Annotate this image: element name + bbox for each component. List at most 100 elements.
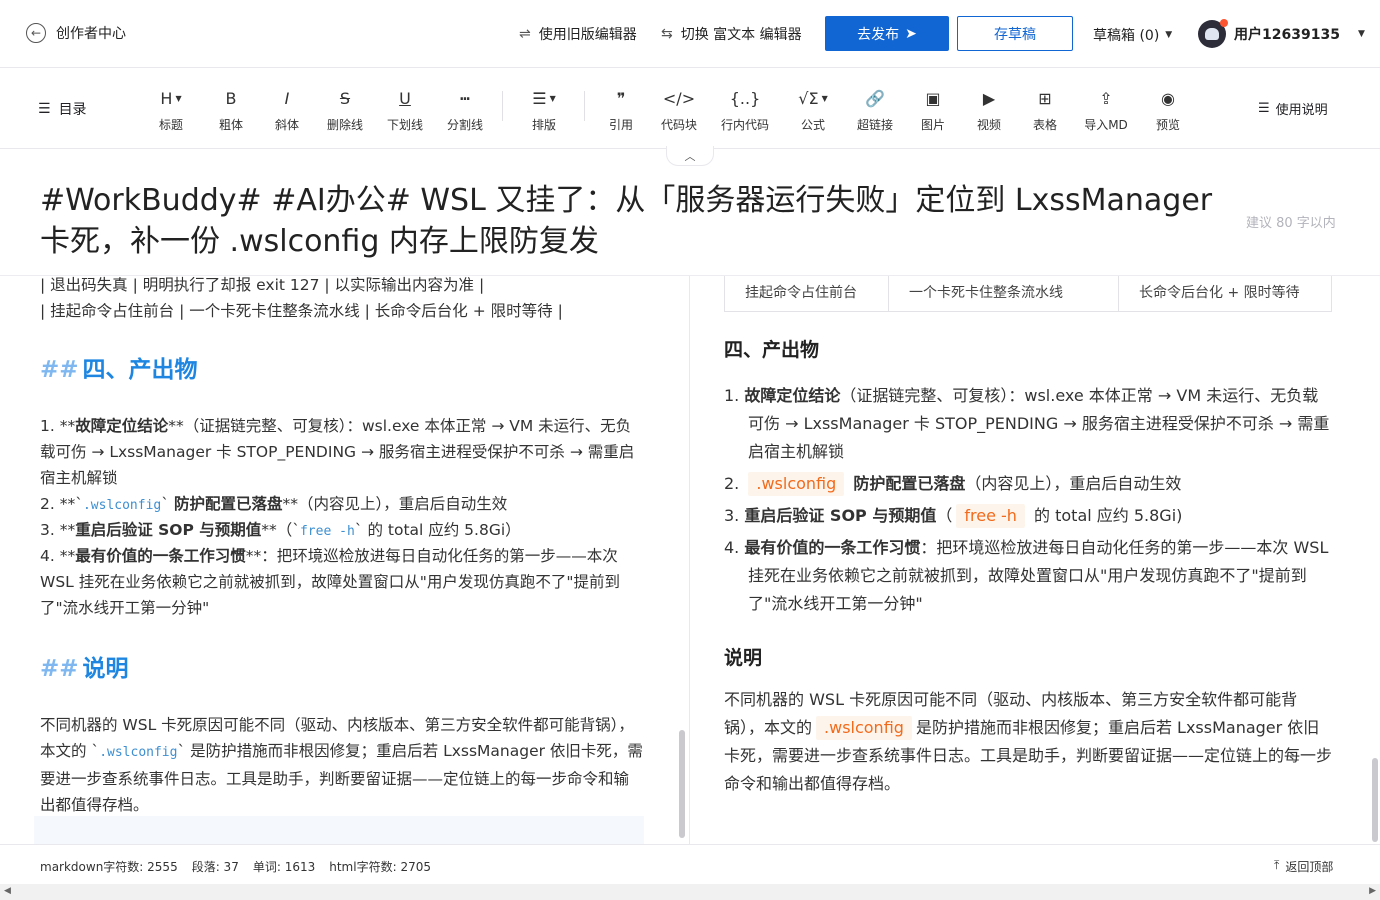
publish-button[interactable]: 去发布 ➤ (825, 16, 949, 51)
username: 用户12639135 (1234, 27, 1340, 43)
list-number: 1. (724, 386, 740, 405)
scroll-left-icon[interactable]: ◀ (4, 886, 11, 896)
md-marker: 2. **` (40, 495, 83, 513)
swap-icon: ⇌ (519, 26, 531, 42)
list-bold: 重启后验证 SOP 与预期值 (744, 506, 937, 525)
back-to-creator-center[interactable]: ← 创作者中心 (26, 23, 126, 43)
md-paragraph: 不同机器的 WSL 卡死原因可能不同（驱动、内核版本、第三方安全软件都可能背锅）… (40, 712, 644, 818)
collapse-toolbar-button[interactable]: ︿ (666, 146, 714, 166)
md-bold: 最有价值的一条工作习惯 (75, 547, 246, 565)
tool-label: 表格 (1032, 118, 1057, 132)
send-icon: ➤ (905, 25, 917, 42)
tool-bold[interactable]: B 粗体 (203, 87, 259, 133)
md-heading-text: 说明 (82, 656, 129, 682)
video-icon-glyph: ▶ (982, 88, 996, 108)
divider-icon: ┅ (460, 87, 470, 109)
md-heading-text: 四、产出物 (82, 357, 198, 383)
old-editor-label: 使用旧版编辑器 (538, 27, 637, 43)
tool-layout[interactable]: ☰ ▼ 排版 (516, 87, 572, 133)
md-bold: 重启后验证 SOP 与预期值 (75, 521, 262, 539)
chevron-up-icon: ︿ (684, 149, 696, 163)
md-marker: 1. ** (40, 417, 76, 435)
heading-icon-glyph: H (160, 88, 173, 108)
layout-icon-glyph: ☰ (532, 88, 547, 108)
tool-divider[interactable]: ┅ 分割线 (437, 87, 493, 133)
table-cell: 一个卡死卡住整条流水线 (889, 276, 1119, 311)
code-block-icon-glyph: </> (662, 88, 696, 108)
scroll-right-icon[interactable]: ▶ (1369, 886, 1376, 896)
editor-toolbar: ☰ 目录 H ▼ 标题 B 粗体 I 斜体 S 删除线 U 下划线 ┅ 分割线 ☰ ▼ 排版 ❞ 引用 </> 代码块… (0, 69, 1380, 149)
old-editor-button[interactable]: ⇌ 使用旧版编辑器 (519, 24, 637, 44)
italic-icon: I (285, 87, 290, 109)
drafts-dropdown[interactable]: 草稿箱 (0) ▼ (1093, 25, 1172, 45)
tool-import-md[interactable]: ⇪ 导入MD (1078, 87, 1134, 133)
status-bar: markdown字符数: 2555 段落: 37 单词: 1613 html字符… (0, 844, 1380, 884)
strikethrough-icon-glyph: S (339, 88, 351, 108)
bold-icon-glyph: B (225, 88, 237, 108)
tool-table[interactable]: ⊞ 表格 (1017, 87, 1073, 133)
toc-button[interactable]: ☰ 目录 (38, 99, 87, 119)
list-bold: 故障定位结论 (744, 386, 841, 405)
preview-scrollbar[interactable] (1372, 758, 1378, 842)
markdown-editor[interactable]: | 退出码失真 | 明明执行了却报 exit 127 | 以实际输出内容为准 |… (0, 276, 690, 844)
tool-label: 图片 (920, 118, 945, 132)
tool-strikethrough[interactable]: S 删除线 (317, 87, 373, 133)
chevron-down-icon: ▼ (1357, 29, 1365, 39)
help-button[interactable]: ☰ 使用说明 (1258, 99, 1328, 118)
preview-list-item: 1. 故障定位结论（证据链完整、可复核）：wsl.exe 本体正常 → VM 未… (724, 382, 1334, 466)
tool-code-block[interactable]: </> 代码块 (651, 87, 707, 133)
import-md-icon: ⇪ (1099, 87, 1112, 109)
md-active-line (34, 816, 644, 844)
md-code: .wslconfig (99, 745, 178, 760)
chevron-down-icon: ▼ (821, 93, 828, 103)
md-marker: **（` (261, 521, 300, 539)
md-text: ` 的 total 应约 5.8Gi） (354, 521, 521, 539)
article-title-input[interactable]: #WorkBuddy# #AI办公# WSL 又挂了：从「服务器运行失败」定位到… (40, 180, 1225, 262)
link-icon: 🔗 (865, 87, 885, 109)
tool-quote[interactable]: ❞ 引用 (593, 87, 649, 133)
tool-image[interactable]: ▣ 图片 (905, 87, 961, 133)
tool-inline-code[interactable]: {..} 行内代码 (717, 87, 773, 133)
import-md-icon-glyph: ⇪ (1099, 88, 1113, 108)
inline-code: free -h (956, 504, 1025, 528)
tool-formula[interactable]: √Σ ▼ 公式 (785, 87, 841, 133)
quote-icon: ❞ (617, 87, 626, 109)
table-icon: ⊞ (1038, 87, 1051, 109)
md-list-item: 4. **最有价值的一条工作习惯**：把环境巡检放进每日自动化任务的第一步——本… (40, 543, 644, 621)
switch-rich-editor-button[interactable]: ⇆ 切换 富文本 编辑器 (661, 24, 802, 44)
word-count: 单词: 1613 (252, 860, 316, 874)
md-table-line: | 退出码失真 | 明明执行了却报 exit 127 | 以实际输出内容为准 | (40, 276, 485, 294)
arrow-up-icon: ⤒ (1274, 858, 1280, 872)
inline-code: .wslconfig (816, 716, 912, 740)
italic-icon-glyph: I (284, 88, 290, 108)
md-text: **（内容见上），重启后自动生效 (282, 495, 508, 513)
user-menu[interactable]: 用户12639135 ▼ (1198, 19, 1365, 48)
tool-label: 排版 (531, 118, 556, 132)
save-draft-button[interactable]: 存草稿 (957, 16, 1073, 51)
list-text: （内容见上），重启后自动生效 (965, 474, 1182, 493)
tool-underline[interactable]: U 下划线 (377, 87, 433, 133)
tool-label: 下划线 (386, 118, 423, 132)
back-to-top-button[interactable]: ⤒ 返回顶部 (1274, 858, 1333, 875)
quote-icon-glyph: ❞ (616, 88, 626, 108)
tool-heading[interactable]: H ▼ 标题 (143, 87, 199, 133)
tool-italic[interactable]: I 斜体 (259, 87, 315, 133)
list-number: 2. (724, 474, 740, 493)
back-label: 创作者中心 (56, 26, 126, 42)
tool-label: 视频 (976, 118, 1001, 132)
editor-scrollbar[interactable] (679, 730, 685, 838)
tool-video[interactable]: ▶ 视频 (961, 87, 1017, 133)
list-number: 3. (724, 506, 740, 525)
md-bold: 防护配置已落盘 (173, 495, 283, 513)
tool-link[interactable]: 🔗 超链接 (847, 87, 903, 133)
underline-icon-glyph: U (399, 88, 411, 108)
md-marker: 4. ** (40, 547, 76, 565)
drafts-label: 草稿箱 (0) (1093, 28, 1160, 44)
inline-code-icon: {..} (730, 87, 761, 109)
horizontal-scrollbar[interactable]: ◀ ▶ (0, 884, 1380, 900)
tool-preview[interactable]: ◉ 预览 (1140, 87, 1196, 133)
toc-label: 目录 (58, 102, 87, 118)
list-bold: 最有价值的一条工作习惯 (744, 538, 921, 557)
toolbar-divider (502, 91, 503, 121)
tool-label: 导入MD (1084, 118, 1128, 132)
